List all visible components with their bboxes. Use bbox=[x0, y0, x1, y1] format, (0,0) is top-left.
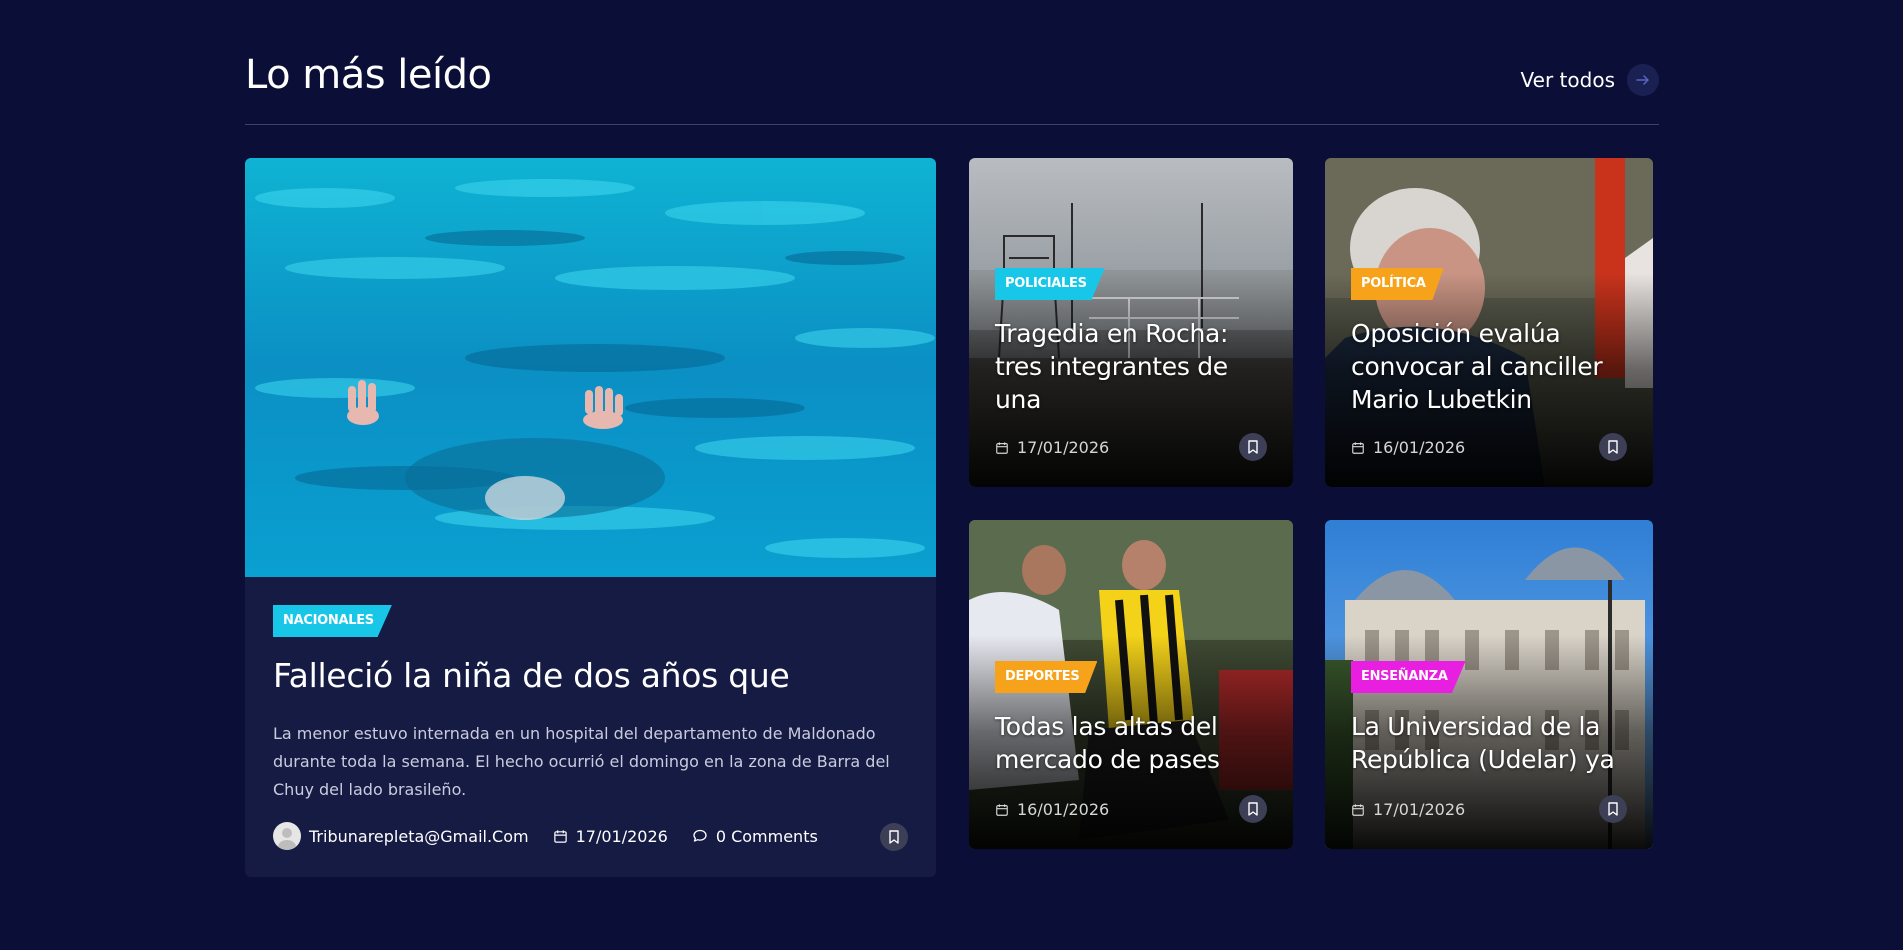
calendar-icon bbox=[996, 441, 1008, 454]
calendar-icon bbox=[1352, 803, 1364, 816]
publish-date: 17/01/2026 bbox=[553, 827, 668, 846]
date-text: 16/01/2026 bbox=[1373, 438, 1466, 457]
bookmark-icon[interactable] bbox=[1239, 433, 1267, 461]
author[interactable]: Tribunarepleta@Gmail.Com bbox=[273, 822, 529, 850]
featured-meta: Tribunarepleta@Gmail.Com 17/01/2026 0 Co… bbox=[273, 822, 818, 850]
article-card[interactable]: DEPORTES Todas las altas del mercado de … bbox=[969, 520, 1293, 849]
category-tag[interactable]: POLÍTICA bbox=[1351, 268, 1444, 300]
publish-date: 17/01/2026 bbox=[1351, 800, 1465, 819]
comments-count[interactable]: 0 Comments bbox=[692, 827, 818, 846]
bookmark-icon[interactable] bbox=[880, 823, 908, 851]
comments-text[interactable]: 0 Comments bbox=[716, 827, 818, 846]
author-name[interactable]: Tribunarepleta@Gmail.Com bbox=[309, 827, 529, 846]
bookmark-icon[interactable] bbox=[1599, 433, 1627, 461]
featured-article[interactable]: NACIONALES Falleció la niña de dos años … bbox=[245, 158, 936, 877]
publish-date: 17/01/2026 bbox=[995, 438, 1109, 457]
view-all-label: Ver todos bbox=[1520, 68, 1615, 92]
featured-image[interactable] bbox=[245, 158, 936, 577]
category-tag[interactable]: NACIONALES bbox=[273, 605, 392, 637]
featured-title[interactable]: Falleció la niña de dos años que bbox=[273, 656, 790, 695]
article-card[interactable]: POLÍTICA Oposición evalúa convocar al ca… bbox=[1325, 158, 1653, 487]
bookmark-icon[interactable] bbox=[1239, 795, 1267, 823]
publish-date: 16/01/2026 bbox=[1351, 438, 1465, 457]
article-card[interactable]: ENSEÑANZA La Universidad de la República… bbox=[1325, 520, 1653, 849]
arrow-right-icon bbox=[1627, 64, 1659, 96]
calendar-icon bbox=[553, 829, 567, 843]
card-title[interactable]: La Universidad de la República (Udelar) … bbox=[1351, 710, 1631, 776]
card-title[interactable]: Oposición evalúa convocar al canciller M… bbox=[1351, 317, 1631, 416]
category-tag[interactable]: DEPORTES bbox=[995, 661, 1098, 693]
calendar-icon bbox=[1352, 441, 1364, 454]
card-title[interactable]: Todas las altas del mercado de pases bbox=[995, 710, 1275, 776]
publish-date: 16/01/2026 bbox=[995, 800, 1109, 819]
section-title: Lo más leído bbox=[245, 52, 492, 98]
date-text: 17/01/2026 bbox=[575, 826, 668, 846]
date-text: 17/01/2026 bbox=[1017, 438, 1110, 457]
view-all-link[interactable]: Ver todos bbox=[1521, 64, 1659, 96]
category-tag[interactable]: ENSEÑANZA bbox=[1351, 661, 1466, 693]
comment-icon bbox=[693, 829, 707, 842]
date-text: 17/01/2026 bbox=[1373, 800, 1466, 819]
article-card[interactable]: POLICIALES Tragedia en Rocha: tres integ… bbox=[969, 158, 1293, 487]
date-text: 16/01/2026 bbox=[1017, 800, 1110, 819]
category-tag[interactable]: POLICIALES bbox=[995, 268, 1105, 300]
section-divider bbox=[245, 124, 1659, 125]
card-title[interactable]: Tragedia en Rocha: tres integrantes de u… bbox=[995, 317, 1275, 416]
user-avatar-icon bbox=[273, 822, 301, 850]
featured-excerpt: La menor estuvo internada en un hospital… bbox=[273, 724, 890, 799]
bookmark-icon[interactable] bbox=[1599, 795, 1627, 823]
calendar-icon bbox=[996, 803, 1008, 816]
